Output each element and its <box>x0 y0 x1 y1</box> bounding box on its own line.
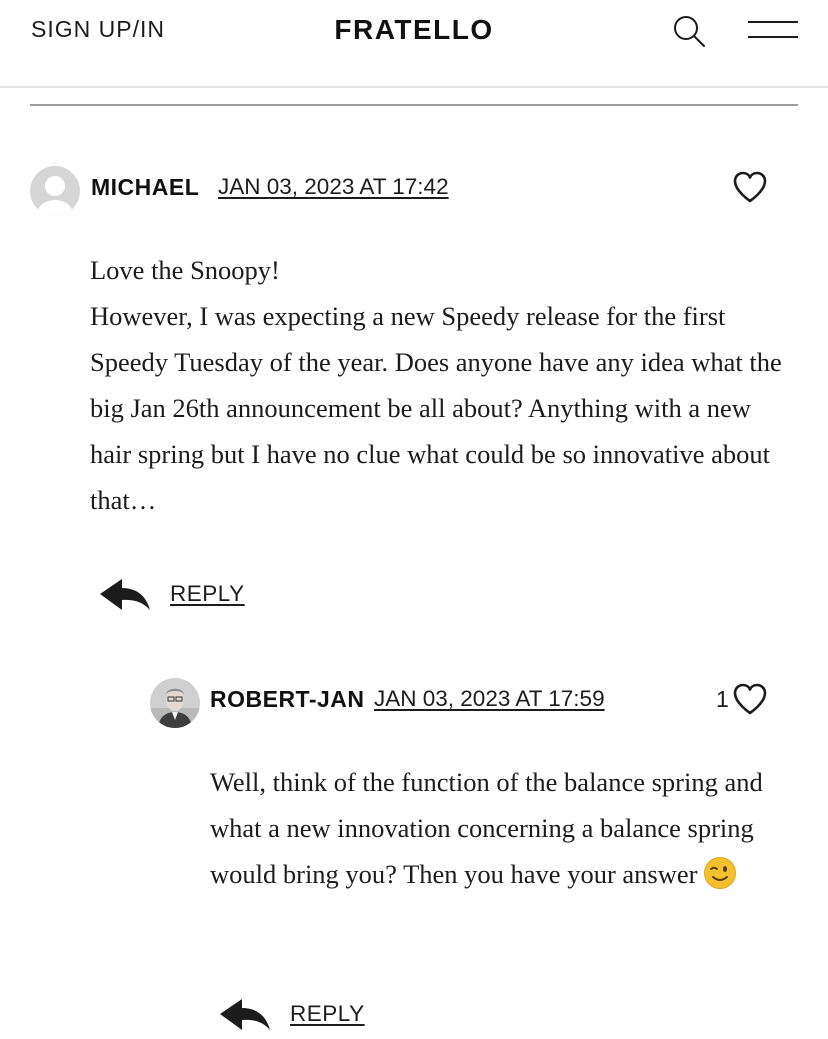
comment-date[interactable]: JAN 03, 2023 AT 17:42 <box>218 174 449 200</box>
hamburger-menu-icon[interactable] <box>748 18 800 42</box>
comment-body: Love the Snoopy! However, I was expectin… <box>90 247 790 523</box>
reply-arrow-icon <box>220 997 272 1035</box>
like-count: 1 <box>716 686 729 712</box>
comment-body: Well, think of the function of the balan… <box>210 759 810 897</box>
heart-icon[interactable] <box>732 682 768 716</box>
comment-author[interactable]: MICHAEL <box>91 174 199 201</box>
comment-header: MICHAEL JAN 03, 2023 AT 17:42 <box>0 163 828 216</box>
reply-label[interactable]: REPLY <box>290 1001 365 1027</box>
comment-header: ROBERT-JAN JAN 03, 2023 AT 17:59 1 <box>0 675 828 728</box>
comment-text-paragraph: However, I was expecting a new Speedy re… <box>90 301 782 515</box>
avatar <box>30 166 80 216</box>
heart-icon[interactable] <box>732 170 768 204</box>
page: SIGN UP/IN FRATELLO MICHAEL JAN 03, 2023… <box>0 0 828 1039</box>
comment-text-line: Love the Snoopy! <box>90 255 280 285</box>
site-header: SIGN UP/IN FRATELLO <box>0 0 828 88</box>
comment-author[interactable]: ROBERT-JAN <box>210 686 365 713</box>
winking-face-emoji <box>703 856 737 890</box>
comment-date[interactable]: JAN 03, 2023 AT 17:59 <box>374 686 605 712</box>
comment-text: Well, think of the function of the balan… <box>210 767 763 889</box>
reply-button[interactable]: REPLY <box>100 577 250 617</box>
comments-divider <box>30 104 798 106</box>
search-icon[interactable] <box>670 12 708 50</box>
avatar <box>150 678 200 728</box>
comment-text-paragraph: Well, think of the function of the balan… <box>210 759 810 897</box>
reply-arrow-icon <box>100 577 152 615</box>
reply-label[interactable]: REPLY <box>170 581 245 607</box>
reply-button[interactable]: REPLY <box>220 997 370 1037</box>
